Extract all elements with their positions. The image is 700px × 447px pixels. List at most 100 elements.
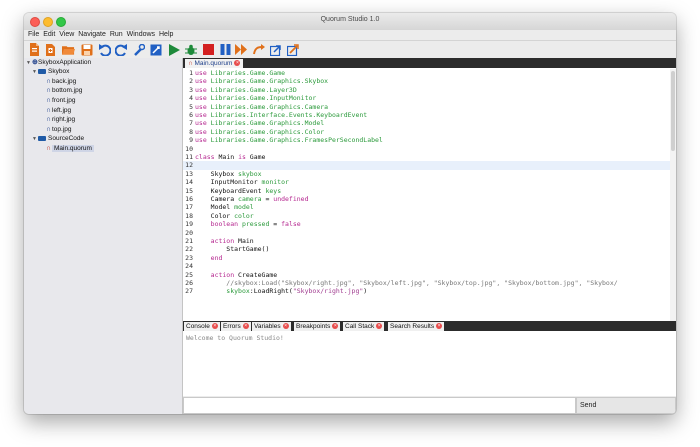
close-tab-icon[interactable]: ×	[211, 323, 218, 330]
pause-icon[interactable]	[219, 43, 232, 56]
app-window: Quorum Studio 1.0 File Edit View Navigat…	[24, 13, 676, 414]
code-line[interactable]: 15 KeyboardEvent keys	[183, 187, 670, 195]
code-line[interactable]: 12	[183, 161, 670, 170]
code-line[interactable]: 17 Model model	[183, 203, 670, 211]
close-tab-icon[interactable]: ×	[436, 323, 443, 330]
code-token: :LoadRight(	[249, 287, 293, 296]
tree-project[interactable]: ▼⊕SkyboxApplication	[26, 58, 91, 67]
menu-view[interactable]: View	[59, 30, 74, 40]
menu-file[interactable]: File	[28, 30, 39, 40]
code-line[interactable]: 20	[183, 229, 670, 237]
tree-file[interactable]: ∩front.jpg	[46, 96, 76, 105]
new-file-icon[interactable]	[28, 43, 41, 56]
close-tab-icon[interactable]: ×	[242, 323, 249, 330]
tree-file[interactable]: ∩bottom.jpg	[46, 86, 82, 95]
code-line[interactable]: 14 InputMonitor monitor	[183, 178, 670, 186]
step-out-icon[interactable]	[269, 43, 282, 56]
tree-file[interactable]: ∩left.jpg	[46, 106, 71, 115]
menu-edit[interactable]: Edit	[43, 30, 55, 40]
close-tab-icon[interactable]: ×	[376, 323, 383, 330]
code-line[interactable]: 19 boolean pressed = false	[183, 220, 670, 228]
tree-file[interactable]: ∩top.jpg	[46, 125, 72, 134]
close-tab-icon[interactable]: ×	[332, 323, 339, 330]
line-number: 19	[185, 220, 193, 229]
editor-tab-main-quorum[interactable]: ∩ Main.quorum ×	[185, 59, 244, 68]
line-number: 8	[189, 127, 193, 136]
code-token: Main	[234, 237, 254, 245]
bottom-tab-strip: Console × Errors × Variables × Breakpoints ×…	[183, 321, 676, 331]
new-project-icon[interactable]	[44, 43, 57, 56]
tab-variables[interactable]: Variables ×	[252, 322, 291, 331]
menu-windows[interactable]: Windows	[127, 30, 155, 40]
tree-file-main-quorum[interactable]: ∩ Main.quorum	[46, 144, 94, 153]
stop-icon[interactable]	[202, 43, 215, 56]
code-line[interactable]: 21 action Main	[183, 237, 670, 245]
code-token: boolean	[195, 220, 239, 229]
code-line[interactable]: 25 action CreateGame	[183, 271, 670, 279]
run-icon[interactable]	[168, 43, 181, 56]
deploy-icon[interactable]	[286, 43, 299, 56]
code-editor[interactable]: 1 use Libraries.Game.Game 2 use Libraries.G…	[183, 69, 670, 321]
build-icon[interactable]	[149, 43, 162, 56]
code-line[interactable]: 3 use Libraries.Game.Layer3D	[183, 86, 670, 94]
tree-label: left.jpg	[52, 107, 72, 114]
code-line[interactable]: 6 use Libraries.Interface.Events.Keyboard…	[183, 111, 670, 119]
code-line[interactable]: 1 use Libraries.Game.Game	[183, 69, 670, 77]
code-line[interactable]: 5 use Libraries.Game.Graphics.Camera	[183, 103, 670, 111]
code-line[interactable]: 9 use Libraries.Game.Graphics.FramesPerSe…	[183, 136, 670, 144]
step-into-icon[interactable]	[252, 43, 265, 56]
code-line[interactable]: 22 StartGame()	[183, 245, 670, 253]
code-token: class	[195, 153, 215, 161]
code-line[interactable]: 26 //skybox:Load("Skybox/right.jpg", "Sk…	[183, 279, 670, 287]
code-token: use	[195, 102, 207, 111]
wrench-icon[interactable]	[132, 43, 145, 56]
code-line[interactable]: 4 use Libraries.Game.InputMonitor	[183, 94, 670, 102]
tree-file[interactable]: ∩right.jpg	[46, 115, 75, 124]
code-token: keys	[265, 186, 282, 195]
code-line[interactable]: 13 Skybox skybox	[183, 170, 670, 178]
line-number: 22	[185, 245, 193, 254]
scrollbar-thumb[interactable]	[671, 71, 675, 151]
code-token: Main	[214, 153, 239, 161]
line-number: 12	[185, 161, 193, 170]
code-token: StartGame()	[195, 245, 270, 254]
code-line[interactable]: 10	[183, 145, 670, 153]
code-line[interactable]: 2 use Libraries.Game.Graphics.Skybox	[183, 77, 670, 85]
close-tab-icon[interactable]: ×	[234, 60, 241, 67]
tab-errors[interactable]: Errors ×	[221, 322, 251, 331]
code-line[interactable]: 16 Camera camera = undefined	[183, 195, 670, 203]
code-token: skybox	[238, 169, 262, 178]
tree-label: Skybox	[48, 68, 70, 75]
open-folder-icon[interactable]	[62, 43, 75, 56]
menu-run[interactable]: Run	[110, 30, 123, 40]
close-tab-icon[interactable]: ×	[282, 323, 289, 330]
tree-file[interactable]: ∩back.jpg	[46, 77, 76, 86]
code-token: Libraries.Game.Graphics.FramesPerSecondL…	[206, 136, 383, 145]
tab-call-stack[interactable]: Call Stack ×	[343, 322, 385, 331]
code-line[interactable]: 24	[183, 262, 670, 270]
undo-icon[interactable]	[98, 43, 111, 56]
tree-folder-sourcecode[interactable]: ▼ SourceCode	[32, 134, 84, 143]
tab-breakpoints[interactable]: Breakpoints ×	[294, 322, 341, 331]
code-line[interactable]: 18 Color color	[183, 212, 670, 220]
tree-label: right.jpg	[52, 116, 76, 123]
code-line[interactable]: 7 use Libraries.Game.Graphics.Model	[183, 119, 670, 127]
code-line[interactable]: 11 class Main is Game	[183, 153, 670, 161]
redo-icon[interactable]	[115, 43, 128, 56]
editor-scrollbar[interactable]	[670, 69, 676, 321]
debug-bug-icon[interactable]	[184, 43, 197, 56]
code-line[interactable]: 27 skybox:LoadRight("Skybox/right.jpg")	[183, 287, 670, 295]
send-button[interactable]: Send	[576, 397, 676, 414]
step-over-icon[interactable]	[235, 43, 248, 56]
tab-search-results[interactable]: Search Results ×	[388, 322, 445, 331]
tab-console[interactable]: Console ×	[184, 322, 220, 331]
code-line[interactable]: 8 use Libraries.Game.Graphics.Color	[183, 128, 670, 136]
menu-help[interactable]: Help	[159, 30, 173, 40]
console-output: Welcome to Quorum Studio!	[183, 331, 676, 396]
save-icon[interactable]	[80, 43, 93, 56]
code-line[interactable]: 23 end	[183, 254, 670, 262]
menu-navigate[interactable]: Navigate	[78, 30, 106, 40]
tree-folder-skybox[interactable]: ▼ Skybox	[32, 67, 69, 76]
tab-label: Search Results	[390, 323, 435, 330]
console-input[interactable]	[183, 397, 576, 414]
